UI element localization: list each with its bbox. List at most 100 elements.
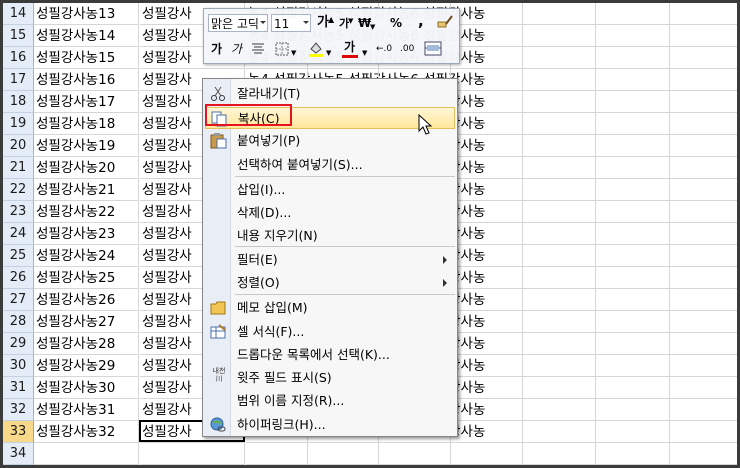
cell-range[interactable] [246, 443, 737, 465]
chevron-down-icon[interactable]: ▼ [326, 44, 331, 62]
menu-item[interactable]: 셀 서식(F)... [205, 321, 455, 343]
cell[interactable] [140, 443, 245, 465]
menu-item-label: 선택하여 붙여넣기(S)... [237, 157, 363, 172]
increase-decimal-button[interactable]: ←.0 [376, 40, 392, 58]
cell[interactable]: 성필강사농26 [34, 289, 139, 311]
cell[interactable]: 성필강사농24 [34, 245, 139, 267]
row-header[interactable]: 24 [3, 223, 34, 245]
menu-item[interactable]: 삭제(D)... [205, 202, 455, 224]
row-header[interactable]: 29 [3, 333, 34, 355]
align-center-icon[interactable] [251, 42, 265, 56]
cell[interactable]: 성필강사농30 [34, 377, 139, 399]
row-header[interactable]: 28 [3, 311, 34, 333]
gridline [669, 245, 670, 267]
cell[interactable]: 성필강사농13 [34, 3, 139, 25]
bold-button[interactable]: 가 [211, 40, 222, 58]
menu-item-label: 삭제(D)... [237, 205, 292, 220]
menu-item[interactable]: 필터(E) [205, 249, 455, 271]
gridline [595, 91, 596, 113]
borders-icon[interactable] [275, 42, 289, 56]
gridline [669, 377, 670, 399]
menu-item[interactable]: 내천 川 윗주 필드 표시(S) [205, 367, 455, 389]
cell[interactable]: 성필강사농14 [34, 25, 139, 47]
gridline [595, 3, 596, 25]
menu-item[interactable]: 삽입(I)... [205, 179, 455, 201]
menu-item-label: 드롭다운 목록에서 선택(K)... [237, 347, 390, 362]
row-header[interactable]: 14 [3, 3, 34, 25]
font-color-button[interactable]: 가 [344, 38, 355, 56]
cell[interactable] [34, 443, 139, 465]
comma-button[interactable]: , [418, 12, 424, 30]
cell[interactable]: 성필강사농28 [34, 333, 139, 355]
cell[interactable]: 성필강사농27 [34, 311, 139, 333]
row-header[interactable]: 15 [3, 25, 34, 47]
cell[interactable]: 성필강사농17 [34, 91, 139, 113]
row-header[interactable]: 26 [3, 267, 34, 289]
font-name-box[interactable]: 맑은 고딕 [208, 14, 268, 32]
gridline [669, 399, 670, 421]
chevron-down-icon[interactable]: ▼ [370, 18, 375, 36]
format-painter-icon[interactable] [436, 13, 454, 31]
menu-item[interactable]: 정렬(O) [205, 272, 455, 294]
font-color-swatch [342, 55, 358, 58]
row-header[interactable]: 21 [3, 157, 34, 179]
decrease-decimal-button[interactable]: .00 [400, 40, 414, 58]
gridline [522, 201, 523, 223]
menu-item-label: 메모 삽입(M) [237, 300, 308, 315]
chevron-down-icon[interactable]: ▼ [291, 44, 296, 62]
merge-center-icon[interactable] [424, 41, 442, 56]
cell[interactable]: 성필강사농25 [34, 267, 139, 289]
font-size-box[interactable]: 11 [271, 14, 311, 32]
cell[interactable]: 성필강사농15 [34, 47, 139, 69]
menu-item[interactable]: 선택하여 붙여넣기(S)... [205, 154, 455, 176]
cell[interactable]: 성필강사농32 [34, 421, 139, 443]
row-header[interactable]: 22 [3, 179, 34, 201]
mouse-cursor-icon [418, 114, 433, 135]
row-header[interactable]: 20 [3, 135, 34, 157]
row-header[interactable]: 27 [3, 289, 34, 311]
chevron-down-icon[interactable]: ▼ [362, 44, 367, 62]
menu-item[interactable]: 드롭다운 목록에서 선택(K)... [205, 344, 455, 366]
row-header[interactable]: 23 [3, 201, 34, 223]
cell[interactable]: 성필강사농31 [34, 399, 139, 421]
row-header[interactable]: 32 [3, 399, 34, 421]
gridline [595, 69, 596, 91]
cell[interactable]: 성필강사농22 [34, 201, 139, 223]
gridline [595, 245, 596, 267]
gridline [669, 443, 670, 465]
cell[interactable]: 성필강사농20 [34, 157, 139, 179]
gridline [522, 25, 523, 47]
row-header[interactable]: 18 [3, 91, 34, 113]
cell[interactable]: 성필강사농19 [34, 135, 139, 157]
gridline [595, 311, 596, 333]
cell[interactable]: 성필강사농21 [34, 179, 139, 201]
row-header[interactable]: 17 [3, 69, 34, 91]
menu-item[interactable]: 하이퍼링크(H)... [205, 414, 455, 436]
cell[interactable]: 성필강사농18 [34, 113, 139, 135]
gridline [522, 135, 523, 157]
cell[interactable]: 성필강사농23 [34, 223, 139, 245]
row-header[interactable]: 25 [3, 245, 34, 267]
gridline [669, 179, 670, 201]
gridline [669, 201, 670, 223]
row-header[interactable]: 31 [3, 377, 34, 399]
row-header[interactable]: 33 [3, 421, 34, 443]
italic-button[interactable]: 가 [231, 40, 242, 58]
gridline [595, 201, 596, 223]
fill-color-icon[interactable] [308, 40, 324, 58]
menu-item[interactable]: 내용 지우기(N) [205, 225, 455, 247]
cell[interactable]: 성필강사농29 [34, 355, 139, 377]
row-header[interactable]: 16 [3, 47, 34, 69]
gridline [522, 3, 523, 25]
menu-item[interactable]: 범위 이름 지정(R)... [205, 390, 455, 412]
shrink-font-caret-icon: ▼ [348, 17, 354, 25]
font-size-value: 11 [274, 17, 290, 31]
row-header[interactable]: 34 [3, 443, 34, 465]
percent-button[interactable]: % [390, 14, 402, 32]
gridline [522, 421, 523, 443]
row-header[interactable]: 30 [3, 355, 34, 377]
menu-item[interactable]: 잘라내기(T) [205, 83, 455, 105]
cell[interactable]: 성필강사농16 [34, 69, 139, 91]
menu-item[interactable]: 메모 삽입(M) [205, 297, 455, 319]
row-header[interactable]: 19 [3, 113, 34, 135]
